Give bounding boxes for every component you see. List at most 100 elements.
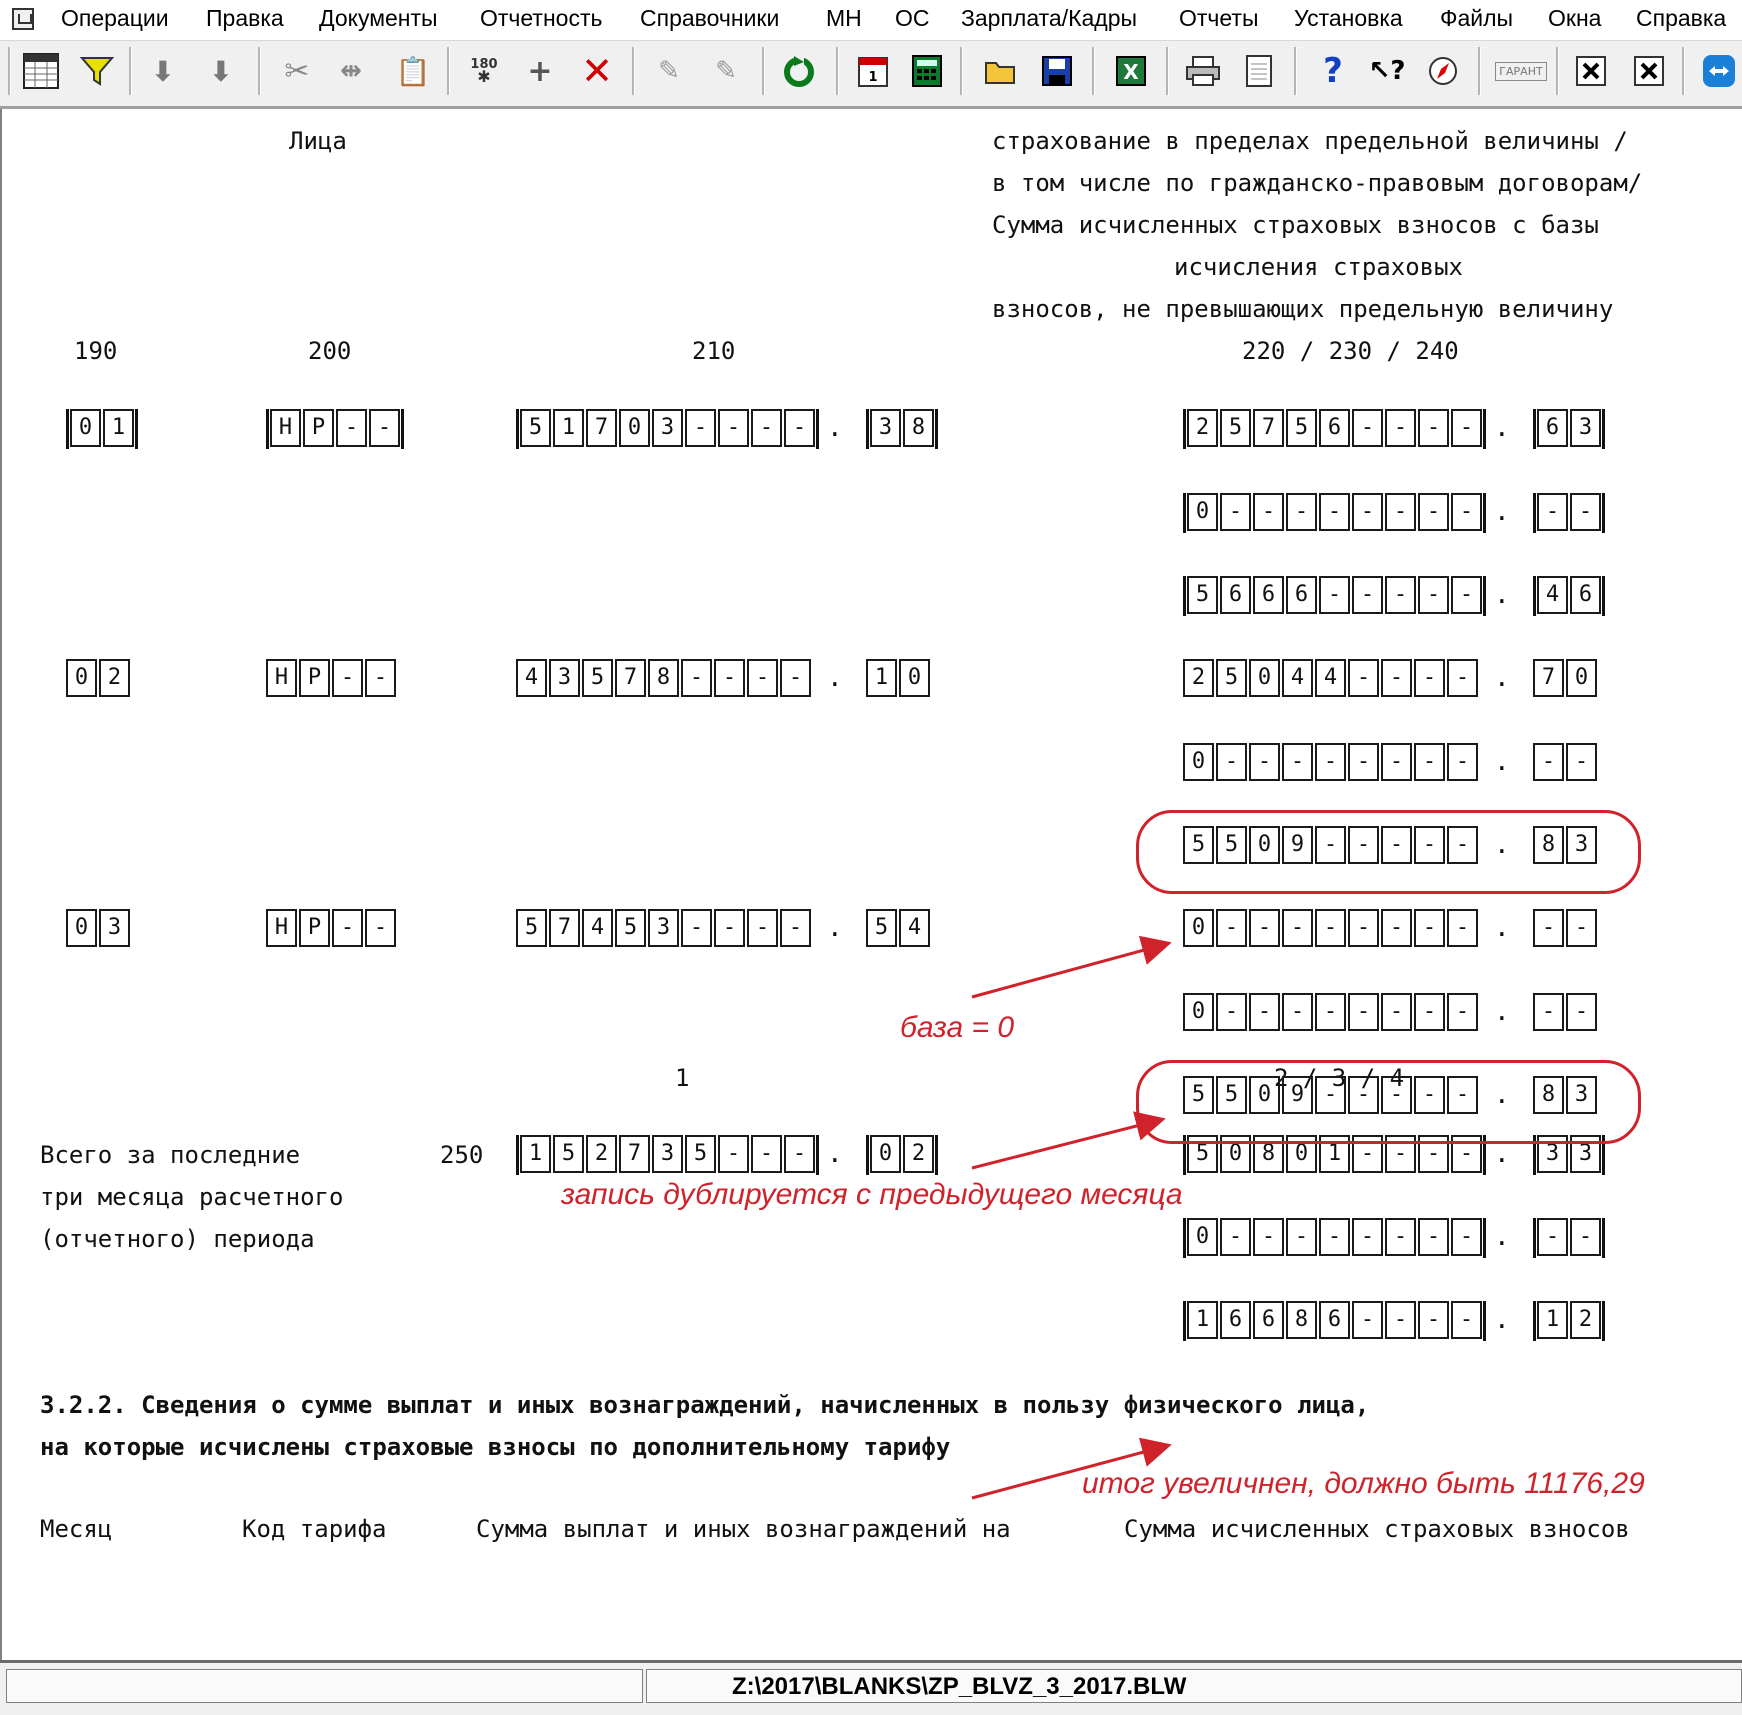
menu-settings[interactable]: Установка <box>1294 5 1403 32</box>
toolbar-separator <box>1682 47 1685 95</box>
status-bar: Z:\2017\BLANKS\ZP_BLVZ_3_2017.BLW <box>0 1660 1742 1715</box>
digit-cell: 1 <box>1187 1301 1218 1339</box>
total-label-line: три месяца расчетного <box>40 1183 344 1211</box>
digit-cell: - <box>1381 743 1412 781</box>
digit-cell: 7 <box>549 909 580 947</box>
annotation-duplicated: запись дублируется с предыдущего месяца <box>561 1178 1183 1211</box>
digit-cell: 0 <box>1187 493 1218 531</box>
delete-icon[interactable]: ✕ <box>576 49 618 93</box>
digit-cell: 6 <box>1253 1301 1284 1339</box>
menu-files[interactable]: Файлы <box>1440 5 1513 32</box>
menu-edit[interactable]: Правка <box>206 5 284 32</box>
digit-cell: - <box>1282 993 1313 1031</box>
sort-asc-icon[interactable]: ⬇ <box>142 49 184 93</box>
digit-cell: Н <box>266 659 297 697</box>
digit-cell: 5 <box>685 1135 716 1173</box>
garant-icon[interactable]: ГАРАНТ <box>1494 49 1548 93</box>
paste-icon[interactable]: 📋 <box>392 49 434 93</box>
col-header-220-230-240: 220 / 230 / 240 <box>1242 337 1459 365</box>
close-window-icon[interactable] <box>1570 49 1612 93</box>
calculator-icon[interactable] <box>906 49 948 93</box>
menu-reports[interactable]: Отчеты <box>1179 5 1259 32</box>
compass-icon[interactable] <box>1422 49 1464 93</box>
digit-cell: - <box>747 659 778 697</box>
digit-cell: - <box>1570 1218 1601 1256</box>
menu-reporting[interactable]: Отчетность <box>480 5 602 32</box>
digit-cell: - <box>1216 993 1247 1031</box>
field-210-int: 51703---- <box>516 409 819 451</box>
digit-cell: 8 <box>1286 1301 1317 1339</box>
cut-icon[interactable]: ✂ <box>276 49 318 93</box>
add-icon[interactable]: + <box>519 49 561 93</box>
marker-ab-icon[interactable]: ✎ <box>705 49 747 93</box>
digit-cell: - <box>1447 993 1478 1031</box>
digit-cell: - <box>1348 659 1379 697</box>
table-icon[interactable] <box>20 49 62 93</box>
digit-cell: 0 <box>1249 659 1280 697</box>
digit-cell: - <box>1447 909 1478 947</box>
digit-cell: - <box>1385 1218 1416 1256</box>
digit-cell: - <box>780 909 811 947</box>
digit-cell: - <box>1253 493 1284 531</box>
refresh-icon[interactable] <box>778 49 820 93</box>
digit-cell: 5 <box>1216 659 1247 697</box>
digit-cell: 5 <box>520 409 551 447</box>
digit-cell: 5 <box>1286 409 1317 447</box>
close-all-icon[interactable] <box>1628 49 1670 93</box>
decimal-point: . <box>827 913 843 943</box>
teamviewer-icon[interactable] <box>1698 49 1740 93</box>
menu-mn[interactable]: МН <box>826 5 862 32</box>
menu-help[interactable]: Справка <box>1636 5 1726 32</box>
digit-cell: 3 <box>652 1135 683 1173</box>
digit-cell: - <box>1418 409 1449 447</box>
field-220-240-dec: -- <box>1533 743 1599 785</box>
digit-cell: - <box>1385 493 1416 531</box>
digit-cell: - <box>1352 1301 1383 1339</box>
context-help-icon[interactable]: ↖? <box>1366 49 1408 93</box>
excel-icon[interactable]: X <box>1110 49 1152 93</box>
digit-cell: 6 <box>1286 576 1317 614</box>
calendar-icon[interactable]: 1 <box>852 49 894 93</box>
menu-references[interactable]: Справочники <box>640 5 779 32</box>
marker-icon[interactable]: ✎ <box>648 49 690 93</box>
sort-desc-icon[interactable]: ⬇ <box>200 49 242 93</box>
digit-cell: - <box>1319 493 1350 531</box>
digit-cell: 0 <box>70 409 101 447</box>
decimal-point: . <box>1494 413 1510 443</box>
preview-icon[interactable] <box>1238 49 1280 93</box>
header-right-line: в том числе по гражданско-правовым догов… <box>992 169 1643 197</box>
digit-cell: - <box>784 409 815 447</box>
digit-cell: - <box>1348 743 1379 781</box>
section-322-title: 3.2.2. Сведения о сумме выплат и иных во… <box>40 1391 1370 1419</box>
app-icon[interactable] <box>12 8 34 30</box>
digit-cell: 7 <box>1253 409 1284 447</box>
digit-cell: 3 <box>549 659 580 697</box>
help-icon[interactable]: ? <box>1312 49 1354 93</box>
decimal-point: . <box>1494 497 1510 527</box>
digit-cell: 5 <box>615 909 646 947</box>
digit-cell: - <box>1537 493 1568 531</box>
decimal-point: . <box>1494 913 1510 943</box>
digit-cell: - <box>1414 909 1445 947</box>
digit-cell: - <box>1537 1218 1568 1256</box>
digit-cell: - <box>1216 909 1247 947</box>
digit-cell: 1 <box>520 1135 551 1173</box>
menu-windows[interactable]: Окна <box>1548 5 1601 32</box>
digit-cell: Р <box>299 909 330 947</box>
digit-cell: - <box>1249 743 1280 781</box>
bottom-header-month: Месяц <box>40 1515 113 1543</box>
split-icon[interactable]: ⇹ <box>330 49 372 93</box>
menu-os[interactable]: ОС <box>895 5 930 32</box>
open-folder-icon[interactable] <box>980 49 1022 93</box>
digit-cell: - <box>1385 409 1416 447</box>
menu-salary-hr[interactable]: Зарплата/Кадры <box>961 5 1137 32</box>
toolbar-separator <box>632 47 635 95</box>
menu-operations[interactable]: Операции <box>61 5 169 32</box>
rotate-180-icon[interactable]: 180 ✱ <box>463 49 505 93</box>
filter-icon[interactable] <box>76 49 118 93</box>
save-icon[interactable] <box>1036 49 1078 93</box>
print-icon[interactable] <box>1182 49 1224 93</box>
section-322-title: на которые исчислены страховые взносы по… <box>40 1433 951 1461</box>
menu-documents[interactable]: Документы <box>319 5 438 32</box>
digit-cell: 5 <box>582 659 613 697</box>
